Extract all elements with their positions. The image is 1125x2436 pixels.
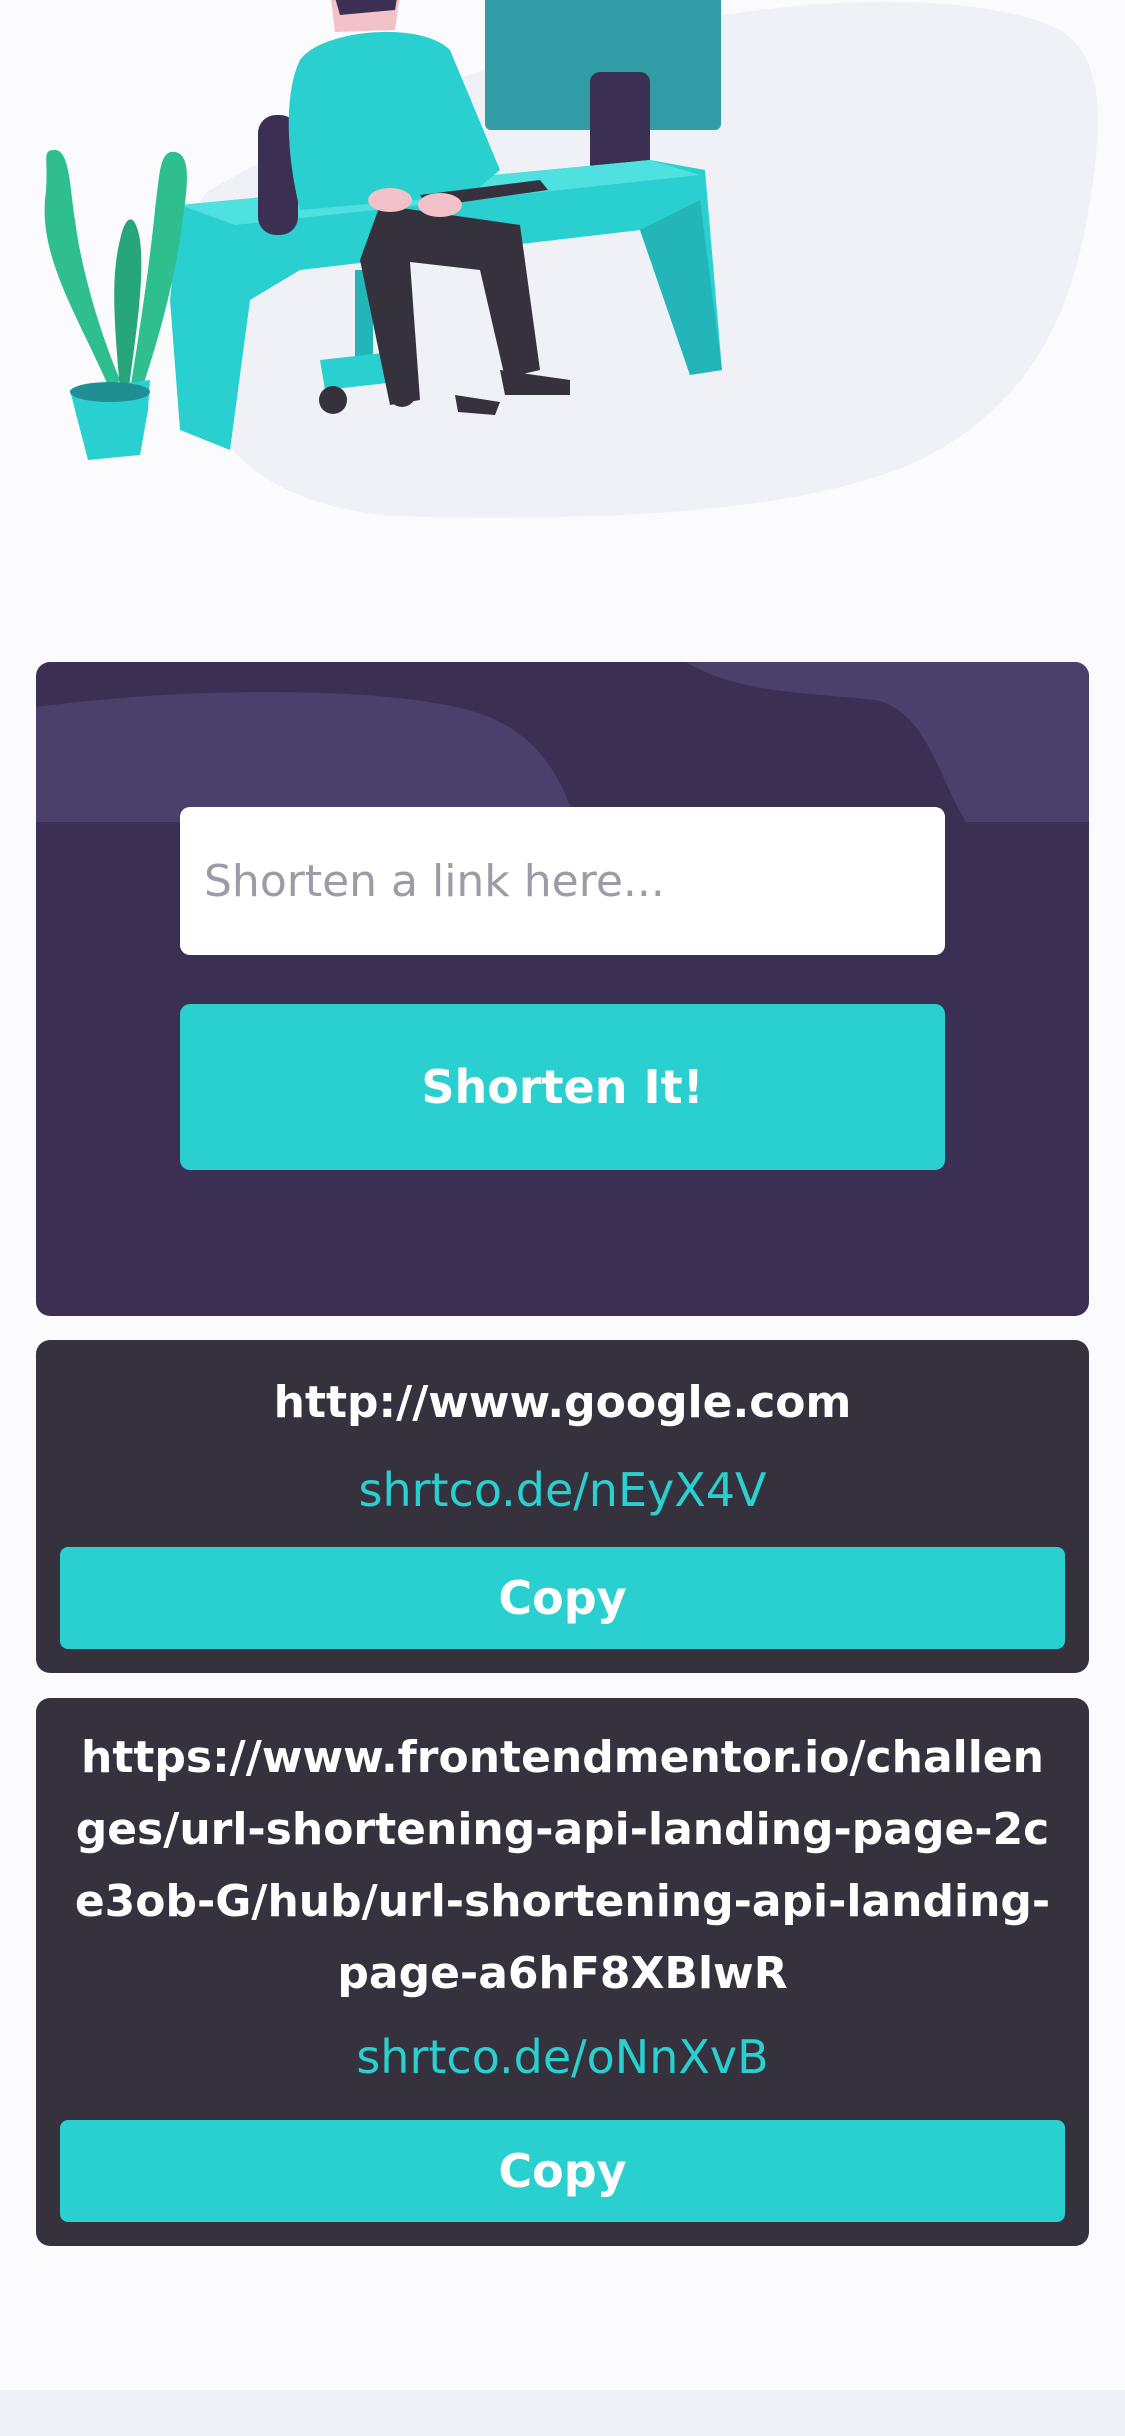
shorten-button[interactable]: Shorten It! [180, 1004, 945, 1170]
stats-section-top [0, 2390, 1125, 2436]
person [288, 31, 500, 210]
result-card: https://www.frontendmentor.io/challenges… [36, 1698, 1089, 2246]
shorten-panel: Shorten It! [36, 662, 1089, 1316]
shorten-url-input[interactable] [180, 807, 945, 955]
original-url: http://www.google.com [273, 1377, 852, 1428]
hero-illustration [0, 0, 1125, 560]
short-url-link[interactable]: shrtco.de/nEyX4V [60, 1457, 1065, 1523]
short-url-link[interactable]: shrtco.de/oNnXvB [60, 2024, 1065, 2090]
original-url: https://www.frontendmentor.io/challenges… [74, 1732, 1051, 1999]
copy-button[interactable]: Copy [60, 2120, 1065, 2222]
result-card: http://www.google.com shrtco.de/nEyX4V C… [36, 1340, 1089, 1673]
plant-illustration [44, 150, 187, 460]
copy-button[interactable]: Copy [60, 1547, 1065, 1649]
panel-background-shape [36, 662, 1089, 822]
